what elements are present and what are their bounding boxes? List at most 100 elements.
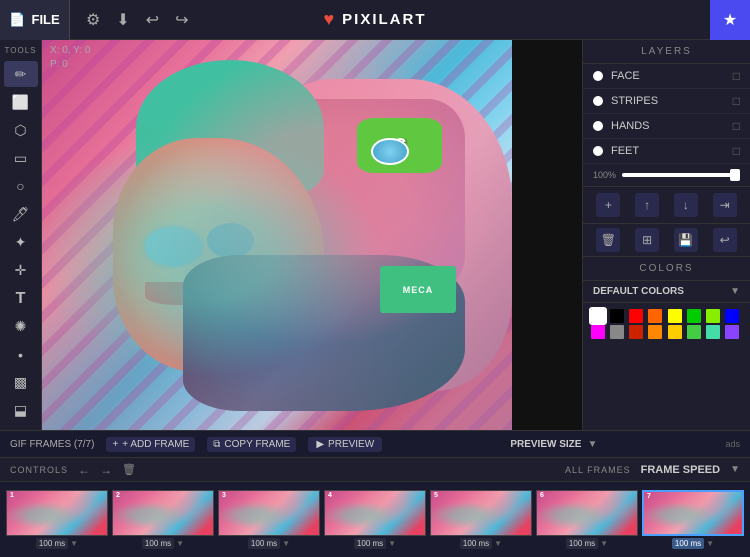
swatch-purple[interactable] bbox=[725, 325, 739, 339]
frame-mini-char-6 bbox=[537, 491, 637, 535]
swatch-pink[interactable] bbox=[591, 325, 605, 339]
frame-time-5: 100 ms bbox=[460, 538, 492, 549]
frame-thumb-5[interactable]: 5 bbox=[430, 490, 532, 536]
move-up-btn[interactable]: ↑ bbox=[635, 193, 659, 217]
opacity-knob[interactable] bbox=[730, 169, 740, 181]
layer-vis-feet[interactable]: □ bbox=[733, 144, 740, 158]
swatch-gray[interactable] bbox=[610, 325, 624, 339]
swatch-red[interactable] bbox=[629, 309, 643, 323]
add-layer-btn[interactable]: + bbox=[596, 193, 620, 217]
frame-time-arrow-4[interactable]: ▼ bbox=[388, 539, 396, 548]
palette-dropdown-arrow[interactable]: ▼ bbox=[730, 286, 740, 297]
frame-thumb-1[interactable]: 1 bbox=[6, 490, 108, 536]
redo-icon[interactable]: ↪ bbox=[175, 10, 188, 30]
frame-speed-arrow[interactable]: ▼ bbox=[730, 464, 740, 475]
canvas-area[interactable]: X: 0, Y: 0 P: 0 G MECA bbox=[42, 40, 582, 430]
frame-time-arrow-6[interactable]: ▼ bbox=[600, 539, 608, 548]
next-frame-btn[interactable]: → bbox=[100, 463, 112, 477]
frame-thumb-7[interactable]: 7 bbox=[642, 490, 744, 536]
swatch-orange2[interactable] bbox=[648, 325, 662, 339]
download-icon[interactable]: ⬇ bbox=[116, 10, 129, 30]
add-frame-btn[interactable]: + + ADD FRAME bbox=[106, 437, 195, 452]
layer-stripes[interactable]: STRIPES □ bbox=[583, 89, 750, 114]
frame-time-arrow-7[interactable]: ▼ bbox=[706, 539, 714, 548]
default-colors-row[interactable]: DEFAULT COLORS ▼ bbox=[583, 281, 750, 303]
frame-1[interactable]: 1 100 ms ▼ bbox=[6, 490, 108, 549]
frame-2[interactable]: 2 100 ms ▼ bbox=[112, 490, 214, 549]
frame-3[interactable]: 3 100 ms ▼ bbox=[218, 490, 320, 549]
pixel-canvas[interactable]: G MECA bbox=[42, 40, 512, 430]
frame-4[interactable]: 4 100 ms ▼ bbox=[324, 490, 426, 549]
swatch-lime[interactable] bbox=[706, 309, 720, 323]
share-icon[interactable]: ⚙ bbox=[86, 10, 100, 30]
undo-icon[interactable]: ↩ bbox=[146, 10, 159, 30]
frame-7[interactable]: 7 100 ms ▼ bbox=[642, 490, 744, 549]
frame-time-arrow-2[interactable]: ▼ bbox=[176, 539, 184, 548]
eyedropper-tool[interactable]: ✦ bbox=[4, 229, 38, 255]
color-palette bbox=[583, 303, 750, 345]
copy-frame-btn[interactable]: ⧉ COPY FRAME bbox=[207, 437, 296, 452]
opacity-label: 100% bbox=[593, 170, 616, 180]
dot-tool[interactable]: • bbox=[4, 342, 38, 368]
sparkle-tool[interactable]: ✺ bbox=[4, 314, 38, 340]
undo-layer-btn[interactable]: ↩ bbox=[713, 228, 737, 252]
merge-btn[interactable]: ⊞ bbox=[635, 228, 659, 252]
prev-frame-btn[interactable]: ← bbox=[78, 463, 90, 477]
copy-icon: ⧉ bbox=[213, 439, 220, 450]
preview-size-arrow[interactable]: ▼ bbox=[587, 439, 597, 450]
layer-face[interactable]: FACE □ bbox=[583, 64, 750, 89]
layer-vis-face[interactable]: □ bbox=[733, 69, 740, 83]
rect-select-tool[interactable]: ▭ bbox=[4, 145, 38, 171]
layer-hands[interactable]: HANDS □ bbox=[583, 114, 750, 139]
move-down-btn[interactable]: ↓ bbox=[674, 193, 698, 217]
file-menu[interactable]: 📄 FILE bbox=[0, 0, 70, 40]
swatch-yellow2[interactable] bbox=[668, 325, 682, 339]
gif-frames-label: GIF FRAMES (7/7) bbox=[10, 439, 94, 450]
layer-dot-stripes bbox=[593, 96, 603, 106]
delete-frame-btn[interactable]: 🗑 bbox=[122, 463, 136, 476]
frame-time-arrow-3[interactable]: ▼ bbox=[282, 539, 290, 548]
swatch-blue[interactable] bbox=[725, 309, 739, 323]
frame-thumb-4[interactable]: 4 bbox=[324, 490, 426, 536]
coord-display: X: 0, Y: 0 bbox=[50, 44, 90, 58]
pan-tool[interactable]: ✛ bbox=[4, 258, 38, 284]
swatch-white[interactable] bbox=[591, 309, 605, 323]
layer-vis-hands[interactable]: □ bbox=[733, 119, 740, 133]
fill-tool[interactable]: 🖊 bbox=[4, 201, 38, 227]
circle-tool[interactable]: ○ bbox=[4, 173, 38, 199]
frame-5[interactable]: 5 100 ms ▼ bbox=[430, 490, 532, 549]
text-tool[interactable]: T bbox=[4, 286, 38, 312]
frame-thumb-6[interactable]: 6 bbox=[536, 490, 638, 536]
save-btn[interactable]: 💾 bbox=[674, 228, 698, 252]
delete-layer-btn[interactable]: 🗑 bbox=[596, 228, 620, 252]
frame-thumb-2[interactable]: 2 bbox=[112, 490, 214, 536]
crop-tool[interactable]: ⬓ bbox=[4, 398, 38, 424]
layer-vis-stripes[interactable]: □ bbox=[733, 94, 740, 108]
lasso-tool[interactable]: ⬡ bbox=[4, 117, 38, 143]
export-btn[interactable]: ⇥ bbox=[713, 193, 737, 217]
eraser-tool[interactable]: ⬜ bbox=[4, 89, 38, 115]
opacity-slider[interactable] bbox=[622, 173, 740, 177]
swatch-red2[interactable] bbox=[629, 325, 643, 339]
frame-6[interactable]: 6 100 ms ▼ bbox=[536, 490, 638, 549]
frame-time-arrow-5[interactable]: ▼ bbox=[494, 539, 502, 548]
layer-feet[interactable]: FEET □ bbox=[583, 139, 750, 164]
swatch-black[interactable] bbox=[610, 309, 624, 323]
frame-thumb-3[interactable]: 3 bbox=[218, 490, 320, 536]
checker-tool[interactable]: ▩ bbox=[4, 370, 38, 396]
copy-frame-label: COPY FRAME bbox=[224, 439, 290, 450]
canvas-info: X: 0, Y: 0 P: 0 bbox=[50, 44, 90, 72]
swatch-orange[interactable] bbox=[648, 309, 662, 323]
bookmark-btn[interactable]: ★ bbox=[710, 0, 750, 40]
swatch-yellow[interactable] bbox=[668, 309, 682, 323]
swatch-green[interactable] bbox=[687, 309, 701, 323]
preview-size-area[interactable]: PREVIEW SIZE ▼ bbox=[510, 439, 597, 450]
file-icon: 📄 bbox=[9, 12, 25, 28]
star-icon: ★ bbox=[723, 10, 737, 30]
frame-time-row-6: 100 ms ▼ bbox=[566, 538, 608, 549]
swatch-teal[interactable] bbox=[706, 325, 720, 339]
preview-btn[interactable]: ▶ PREVIEW bbox=[308, 437, 382, 452]
pencil-tool[interactable]: ✏ bbox=[4, 61, 38, 87]
frame-time-arrow-1[interactable]: ▼ bbox=[70, 539, 78, 548]
swatch-green2[interactable] bbox=[687, 325, 701, 339]
